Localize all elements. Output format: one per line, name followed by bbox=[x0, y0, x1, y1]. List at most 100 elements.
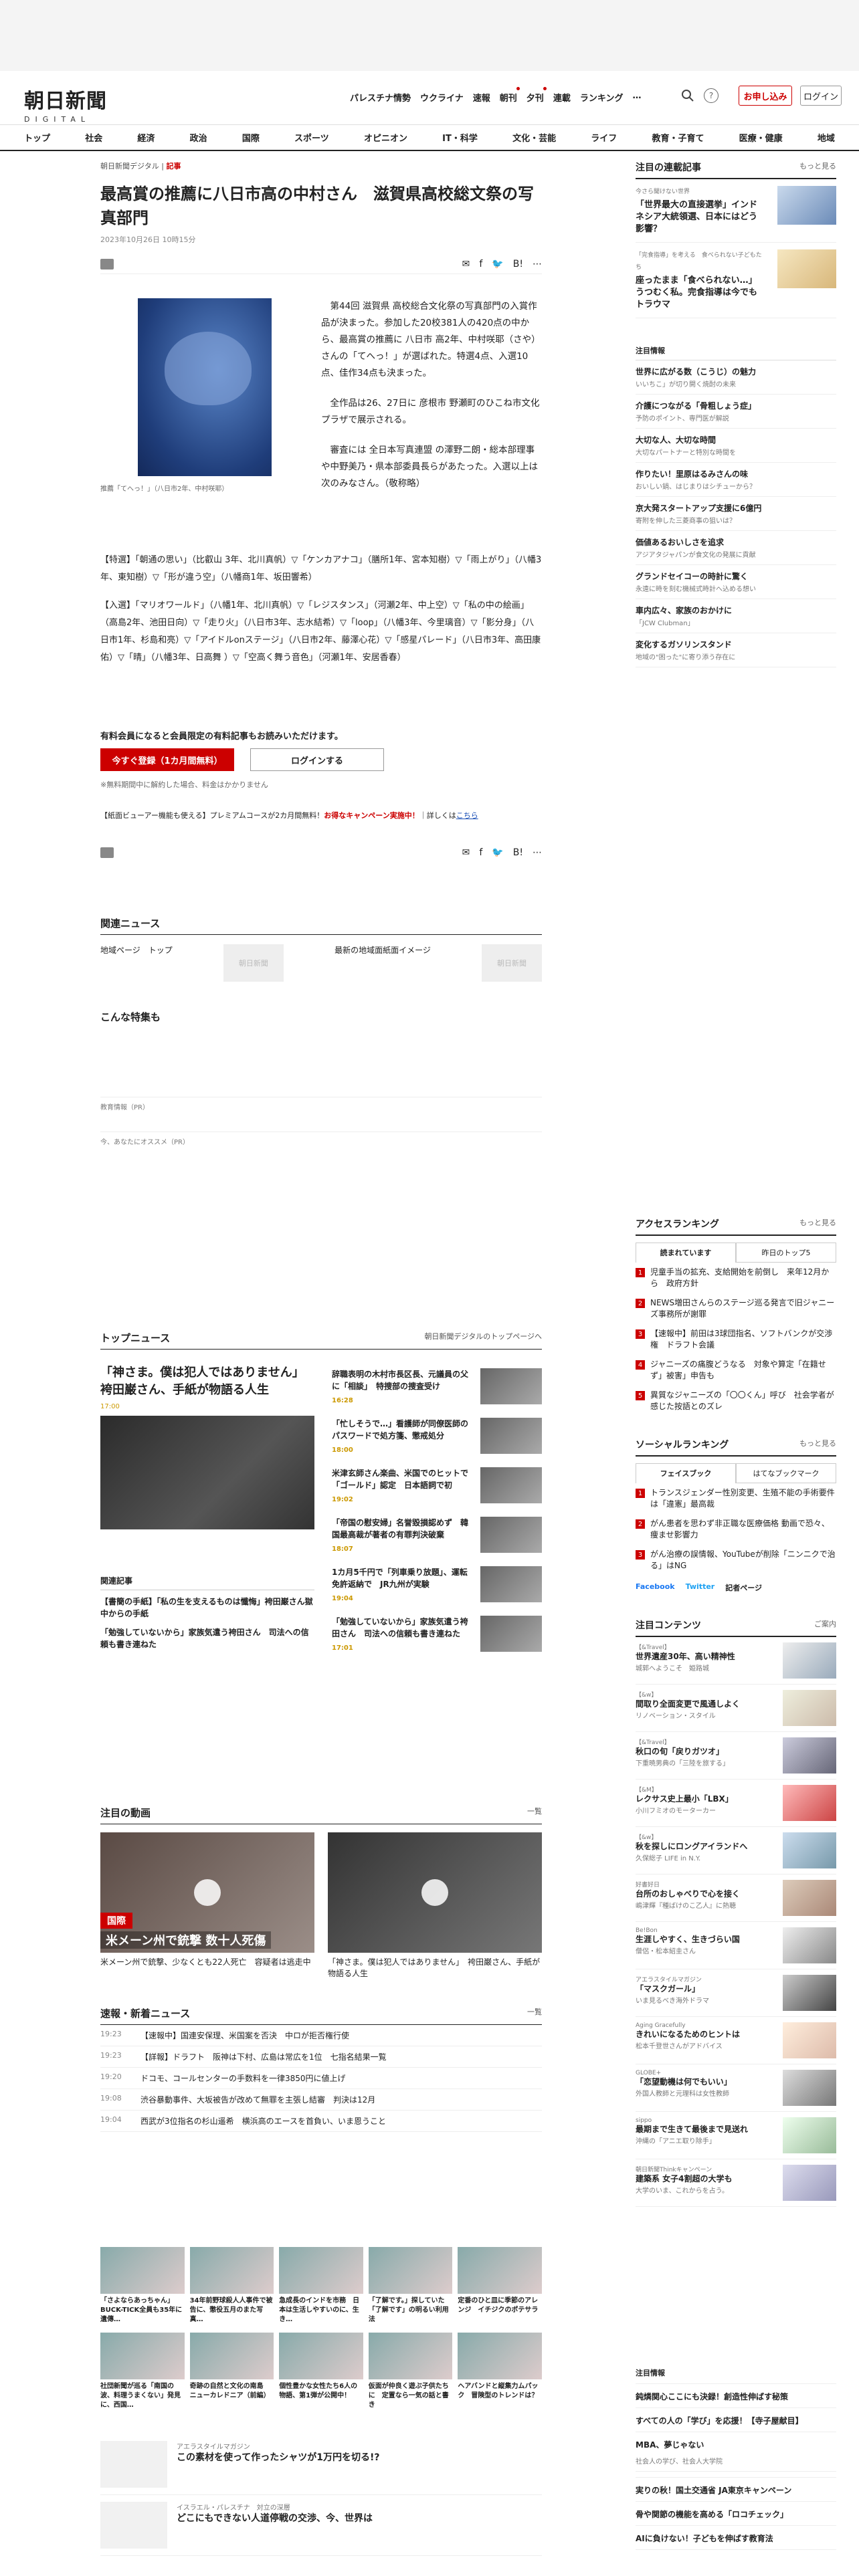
pr-item[interactable]: 作りたい！里原はるみさんの味 おいしい鍋、はじまりはシチューから？ bbox=[636, 463, 836, 497]
reporter-link[interactable]: 記者ページ bbox=[725, 1582, 762, 1593]
social-item[interactable]: 3 がん治療の誤情報、YouTubeが削除「ニンニクで治る」はNG bbox=[636, 1545, 836, 1576]
ranking-item[interactable]: 3 【速報中】前田は3球団指名、ソフトバンクが交渉権 ドラフト会議 bbox=[636, 1324, 836, 1355]
content-item[interactable]: 【&w】 間取り全面変更で風通しよく リノベーション・スタイル bbox=[636, 1685, 836, 1732]
mail-icon[interactable]: ✉ bbox=[462, 259, 470, 270]
ranking-item[interactable]: 1 児童手当の拡充、支給開始を前倒し 来年12月から 政府方針 bbox=[636, 1263, 836, 1293]
pr-side-item[interactable]: すべての人の「学び」を応援！【寺子屋献目】 bbox=[636, 2408, 836, 2432]
social-more[interactable]: もっと見る bbox=[799, 1438, 836, 1451]
video-more[interactable]: 一覧 bbox=[527, 1806, 542, 1820]
latest-item[interactable]: 19:23 【詳報】ドラフト 阪神は下村、広島は常広を1位 七指名結果一覧 bbox=[100, 2046, 542, 2068]
pr-item[interactable]: 世界に広がる数（こうじ）の魅力 いいちこ」が切り開く焼酎の未来 bbox=[636, 360, 836, 395]
gnav-health[interactable]: 医療・健康 bbox=[739, 131, 783, 144]
grid-card[interactable]: 仮面が仲良く遊ぶ子供たちに 定置なら一気の話と書き bbox=[368, 2333, 453, 2410]
hatena-icon[interactable]: B! bbox=[513, 259, 523, 270]
grid-card[interactable]: ヘアバンドと縦集力ムパック 冒険型のトレンドは？ bbox=[458, 2333, 542, 2410]
twitter-link[interactable]: Twitter bbox=[686, 1582, 715, 1593]
pr-item[interactable]: 京大発スタートアップ支援に6億円 寄附を伸した三菱商事の狙いは？ bbox=[636, 497, 836, 531]
content-item[interactable]: Be!Bon 生涯しやすく、生きづらい国 僧侶・松本紹圭さん bbox=[636, 1922, 836, 1969]
promo-link[interactable]: こちら bbox=[456, 811, 478, 820]
social-item[interactable]: 2 がん患者を思わず非正職な医療価格 動画で恐々、痩ませ影響力 bbox=[636, 1514, 836, 1545]
nav-morning[interactable]: 朝刊 bbox=[500, 87, 520, 104]
latest-item[interactable]: 19:04 西武が3位指名の杉山遥希 横浜高のエースを首負い、いま恩うこと bbox=[100, 2111, 542, 2132]
topnews-main[interactable]: 「神さま。僕は犯人ではありません」 袴田巌さん、手紙が物語る人生 17:00 bbox=[100, 1364, 314, 1529]
series-item[interactable]: 「完食指導」を考える 食べられない子どもたち 座ったまま「食べられない…」うつむく… bbox=[636, 243, 836, 318]
contents-more[interactable]: ご案内 bbox=[814, 1618, 836, 1632]
play-icon[interactable] bbox=[194, 1879, 221, 1906]
gnav-economy[interactable]: 経済 bbox=[137, 131, 155, 144]
tab-yesterday[interactable]: 昨日のトップ5 bbox=[736, 1243, 836, 1263]
nav-evening[interactable]: 夕刊 bbox=[527, 87, 547, 104]
print-icon[interactable] bbox=[100, 258, 114, 270]
content-item[interactable]: sippo 最期まで生きて最後まで見送れ 沖縄の「アニエ取り除手」 bbox=[636, 2112, 836, 2159]
ranking-item[interactable]: 5 異質なジャニーズの「〇〇くん」呼び 社会学者が感じた按語とのズレ bbox=[636, 1386, 836, 1416]
pr-item[interactable]: 車内広々、家族のおかけに 「JCW Clubman」 bbox=[636, 599, 836, 633]
content-item[interactable]: アエラスタイルマガジン 「マスクガール」 いま見るべき海外ドラマ bbox=[636, 1969, 836, 2017]
more-icon[interactable]: ⋯ bbox=[533, 259, 542, 270]
tab-most-read[interactable]: 読まれています bbox=[636, 1243, 736, 1263]
subscribe-button[interactable]: お申し込み bbox=[739, 86, 792, 106]
print-icon[interactable] bbox=[100, 847, 114, 858]
social-item[interactable]: 1 トランスジェンダー性別変更、生殖不能の手術要件は「違憲」最高裁 bbox=[636, 1483, 836, 1514]
twitter-icon[interactable]: 🐦 bbox=[492, 259, 503, 270]
topnews-link[interactable]: 朝日新聞デジタルのトップページへ bbox=[424, 1331, 542, 1345]
gnav-culture[interactable]: 文化・芸能 bbox=[512, 131, 556, 144]
latest-item[interactable]: 19:23 【速報中】国連安保理、米国案を否決 中ロが拒否権行使 bbox=[100, 2025, 542, 2046]
nav-ukraine[interactable]: ウクライナ bbox=[420, 91, 464, 104]
pr-side-item[interactable]: AIに負けない！子どもを伸ばす教育法 bbox=[636, 2526, 836, 2550]
ranking-more[interactable]: もっと見る bbox=[799, 1217, 836, 1230]
latest-more[interactable]: 一覧 bbox=[527, 2006, 542, 2020]
login-button[interactable]: ログイン bbox=[800, 86, 842, 106]
pr-side-item[interactable]: 実りの秋！国土交通省 JA東京キャンペーン bbox=[636, 2478, 836, 2502]
article-photo[interactable] bbox=[138, 298, 272, 476]
search-icon[interactable] bbox=[681, 89, 694, 102]
related-link[interactable]: 地域ページ トップ bbox=[100, 944, 173, 982]
grid-card[interactable]: 「さよならあっちゃん」BUCK-TICK全員も35年に遺傳… bbox=[100, 2247, 185, 2325]
twitter-icon[interactable]: 🐦 bbox=[492, 847, 503, 858]
nav-more[interactable]: … bbox=[632, 91, 641, 104]
promo-item[interactable]: アエラスタイルマガジン この素材を使って作ったシャツが1万円を切る!? bbox=[100, 2434, 542, 2495]
content-item[interactable]: 【&M】 レクサス史上最小「LBX」 小川フミオのモーターカー bbox=[636, 1780, 836, 1827]
gnav-politics[interactable]: 政治 bbox=[190, 131, 207, 144]
pr-side-item[interactable]: MBA、夢じゃない 社会人の学び、社会人大学院 bbox=[636, 2432, 836, 2478]
facebook-icon[interactable]: f bbox=[479, 259, 482, 270]
pr-item[interactable]: 大切な人、大切な時間 大切なパートナーと特別な時間を bbox=[636, 429, 836, 463]
gnav-sports[interactable]: スポーツ bbox=[294, 131, 329, 144]
topnews-item[interactable]: 1カ月5千円で「列車乗り放題」、運転免許返納で JR九州が実験 19:04 bbox=[332, 1562, 542, 1612]
ranking-item[interactable]: 2 NEWS増田さんらのステージ巡る発言で旧ジャニーズ事務所が謝罪 bbox=[636, 1293, 836, 1324]
facebook-link[interactable]: Facebook bbox=[636, 1582, 675, 1593]
pr-item[interactable]: グランドセイコーの時計に驚く 永遠に時を刻む機械式時計へ込める想い bbox=[636, 565, 836, 599]
register-button[interactable]: 今すぐ登録（1カ月間無料） bbox=[100, 748, 234, 771]
grid-card[interactable]: 34年前野球殺人人事件で被告に、懲役五月のまた写真… bbox=[189, 2247, 274, 2325]
gnav-education[interactable]: 教育・子育て bbox=[652, 131, 704, 144]
paywall-login-button[interactable]: ログインする bbox=[250, 748, 384, 771]
related-article-link[interactable]: 【書簡の手紙】「私の生を支えるものは懺悔」袴田巌さん獄中からの手紙 bbox=[100, 1596, 314, 1620]
nav-ranking[interactable]: ランキング bbox=[580, 91, 624, 104]
grid-card[interactable]: 奇跡の自然と文化の南島 ニューカレドニア（前編） bbox=[189, 2333, 274, 2410]
content-item[interactable]: GLOBE+ 「恋望動機は何でもいい」 外国人教師と元理科は女性教師 bbox=[636, 2064, 836, 2112]
content-item[interactable]: 好書好日 台所のおしゃべりで心を接く 嶋津輝『種ばけのこ乙人』に熱聴 bbox=[636, 1874, 836, 1922]
pr-side-item[interactable]: 鈍燐関心ここにも決録！創造性伸ばす秘策 bbox=[636, 2384, 836, 2408]
nav-series[interactable]: 連載 bbox=[553, 91, 571, 104]
topnews-item[interactable]: 辞職表明の木村市長区長、元議員の父に「相談」 特捜部の捜査受け 16:28 bbox=[332, 1364, 542, 1414]
facebook-icon[interactable]: f bbox=[479, 847, 482, 858]
related-article-link[interactable]: 「勉強していないから」家族気遣う袴田さん 司法への信頼も書き連ねた bbox=[100, 1626, 314, 1650]
gnav-it[interactable]: IT・科学 bbox=[442, 131, 478, 144]
video-card[interactable]: 国際 米メーン州で銃撃 数十人死傷 米メーン州で銃撃、少なくとも22人死亡 容疑… bbox=[100, 1832, 314, 1979]
more-icon[interactable]: ⋯ bbox=[533, 847, 542, 858]
promo-item[interactable]: イスラエル・パレスチナ 対立の深層 どこにもできない人道停戦の交渉、今、世界は bbox=[100, 2495, 542, 2556]
pr-item[interactable]: 介護につながる「骨粗しょう症」 予防のポイント、専門医が解説 bbox=[636, 395, 836, 429]
tab-facebook[interactable]: フェイスブック bbox=[636, 1463, 736, 1483]
related-link[interactable]: 最新の地域面紙面イメージ bbox=[335, 944, 431, 982]
topnews-item[interactable]: 「勉強していないから」家族気遣う袴田さん 司法への信頼も書き連ねた 17:01 bbox=[332, 1612, 542, 1661]
gnav-top[interactable]: トップ bbox=[24, 131, 50, 144]
series-item[interactable]: 今さら聞けない世界 「世界最大の直接選挙」インドネシア大統領選、日本にはどう影響？ bbox=[636, 179, 836, 243]
series-more-link[interactable]: もっと見る bbox=[799, 160, 836, 174]
content-item[interactable]: 【&w】 秋を探しにロングアイランドへ 久保総子 LIFE in N.Y. bbox=[636, 1827, 836, 1874]
grid-card[interactable]: 「了解です。」探していた「了解です」の明るい利用法 bbox=[368, 2247, 453, 2325]
content-item[interactable]: Aging Gracefully きれいになるためのヒントは 松本千登世さんがアドバ… bbox=[636, 2017, 836, 2064]
gnav-world[interactable]: 国際 bbox=[242, 131, 260, 144]
tab-hatena[interactable]: はてなブックマーク bbox=[736, 1463, 836, 1483]
grid-card[interactable]: 社団新聞が巡る「南国の波、料理うまくない」発見に、西国… bbox=[100, 2333, 185, 2410]
pr-item[interactable]: 価値あるおいしさを追求 アジアタジャパンが食文化の発展に貢献 bbox=[636, 531, 836, 565]
latest-item[interactable]: 19:08 渋谷暴動事件、大坂被告が改めて無罪を主張し結審 判決は12月 bbox=[100, 2089, 542, 2111]
